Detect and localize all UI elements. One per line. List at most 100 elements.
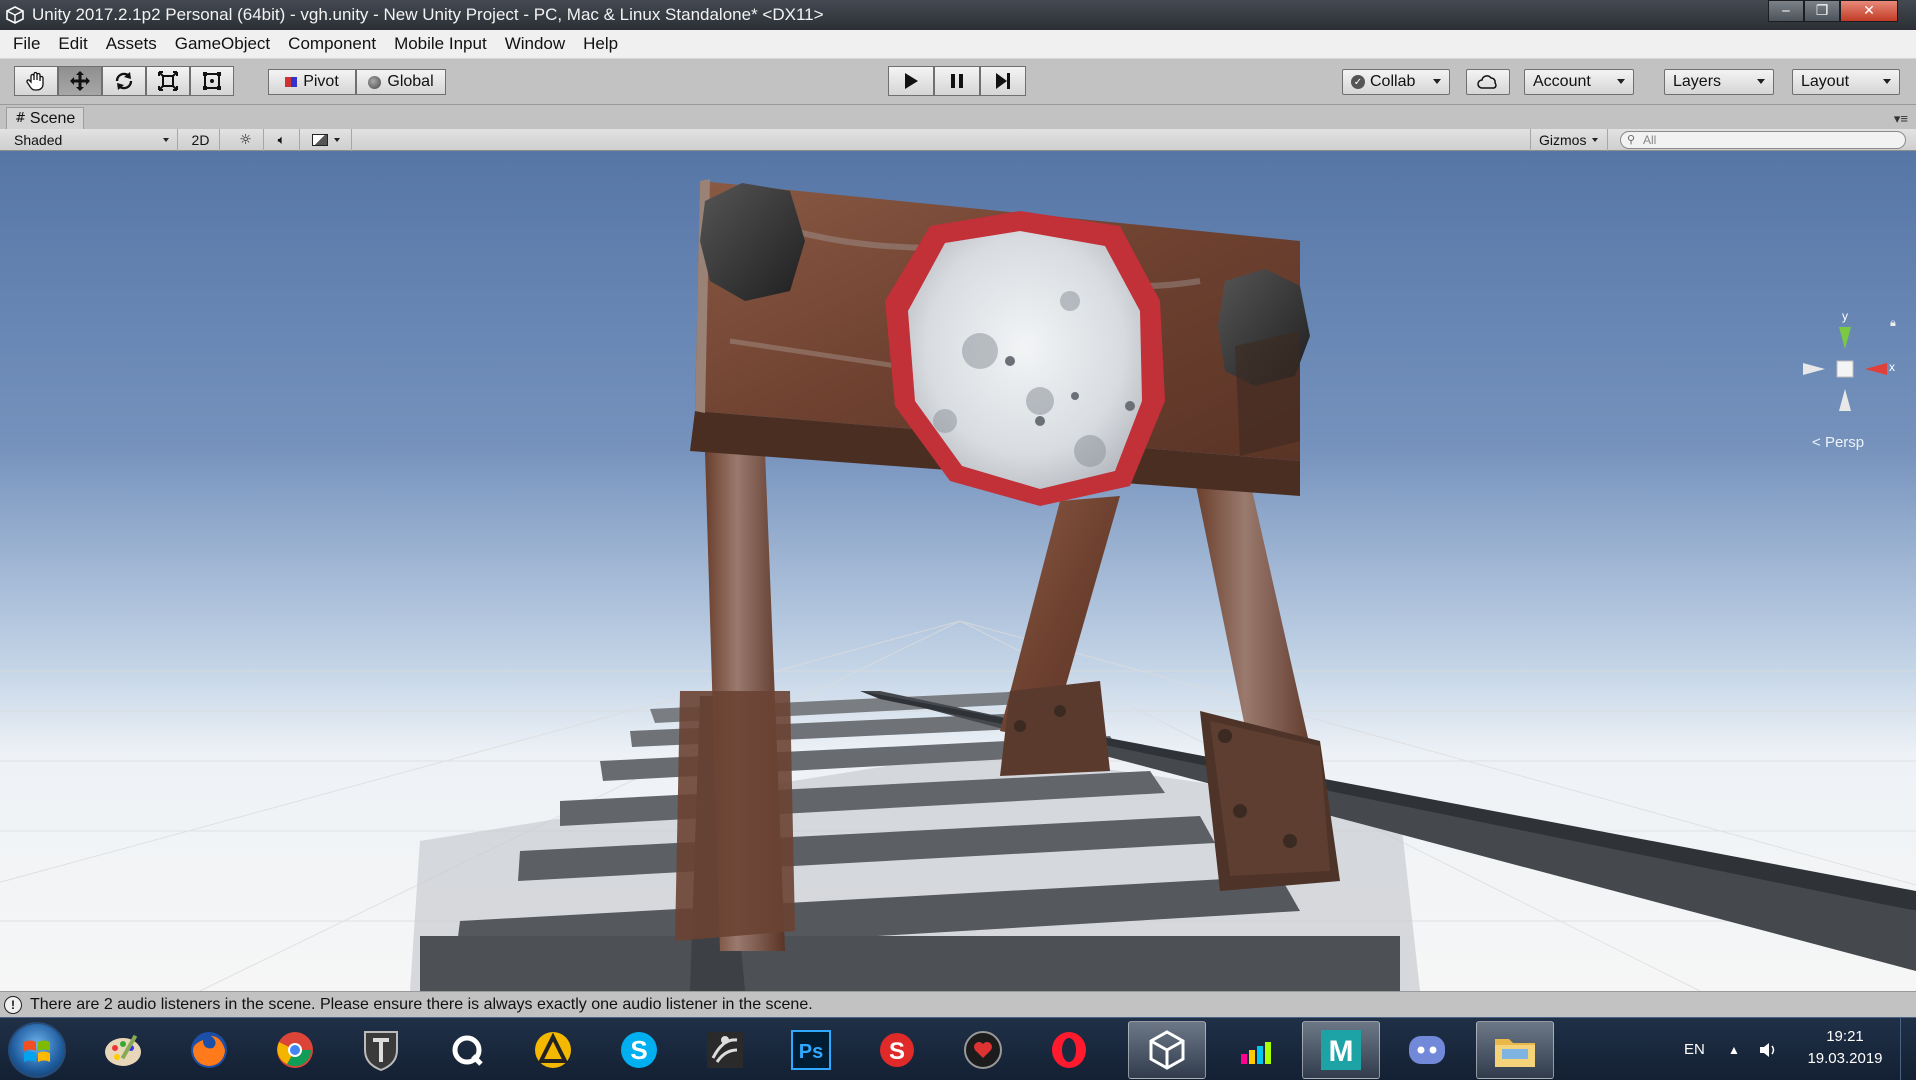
rotate-icon (115, 72, 133, 90)
menu-edit[interactable]: Edit (49, 34, 96, 54)
global-button[interactable]: Global (356, 69, 446, 95)
gizmo-axis-y-label: y (1842, 309, 1848, 323)
maximize-button[interactable]: ❐ (1804, 0, 1840, 22)
window-controls: ‒ ❐ ✕ (1768, 0, 1898, 22)
rect-tool-button[interactable] (190, 66, 234, 96)
taskbar-maya[interactable]: M (1302, 1021, 1380, 1079)
tray-expand-icon[interactable]: ▲ (1728, 1018, 1740, 1080)
svg-text:Ps: Ps (799, 1041, 823, 1063)
gizmo-axis-x-label: x (1889, 360, 1895, 374)
persp-label[interactable]: < Persp (1812, 434, 1864, 451)
transform-tools (14, 66, 234, 96)
title-bar: Unity 2017.2.1p2 Personal (64bit) - vgh.… (0, 0, 1916, 30)
taskbar-photoshop[interactable]: Ps (772, 1021, 850, 1079)
chevron-down-icon (1433, 79, 1441, 84)
lock-icon[interactable]: 🔒︎ (1890, 317, 1896, 330)
panel-menu-icon[interactable]: ▾≡ (1894, 111, 1908, 127)
taskbar-game[interactable] (944, 1021, 1022, 1079)
status-bar[interactable]: ! There are 2 audio listeners in the sce… (0, 991, 1916, 1017)
paint-icon (105, 1034, 141, 1066)
volume-icon[interactable] (1758, 1018, 1778, 1080)
taskbar-clock[interactable]: 19:21 19.03.2019 (1800, 1026, 1890, 1070)
deezer-icon (1241, 1042, 1271, 1064)
pause-icon (951, 74, 963, 88)
tab-scene[interactable]: # Scene (6, 107, 85, 129)
taskbar-zbrush[interactable] (686, 1021, 764, 1079)
taskbar-chrome[interactable] (256, 1021, 334, 1079)
taskbar-skype[interactable]: S (600, 1021, 678, 1079)
menu-gameobject[interactable]: GameObject (166, 34, 279, 54)
audio-toggle[interactable]: 🔈︎ (264, 129, 300, 151)
photoshop-icon: Ps (791, 1030, 831, 1070)
step-button[interactable] (980, 66, 1026, 96)
hand-tool-button[interactable] (14, 66, 58, 96)
layers-dropdown[interactable]: Layers (1664, 69, 1774, 95)
move-tool-button[interactable] (58, 66, 102, 96)
taskbar-substance-painter[interactable]: S (858, 1021, 936, 1079)
language-indicator[interactable]: EN (1684, 1018, 1705, 1080)
game-icon (964, 1031, 1002, 1069)
main-toolbar: Pivot Global ✓ Collab Account Layers Lay… (0, 59, 1916, 105)
menu-bar: File Edit Assets GameObject Component Mo… (0, 30, 1916, 59)
svg-text:S: S (889, 1038, 905, 1065)
taskbar-archicad[interactable] (514, 1021, 592, 1079)
pivot-button[interactable]: Pivot (268, 69, 356, 95)
taskbar-firefox[interactable] (170, 1021, 248, 1079)
image-icon (312, 134, 328, 146)
archicad-icon (535, 1032, 571, 1068)
gizmos-dropdown[interactable]: Gizmos (1530, 129, 1608, 151)
hand-icon (26, 71, 44, 91)
effects-dropdown[interactable] (304, 129, 352, 151)
taskbar-world-of-tanks[interactable] (342, 1021, 420, 1079)
scene-search-input[interactable]: ⚲ All (1620, 131, 1906, 149)
substance-painter-icon: S (880, 1033, 914, 1067)
window-title: Unity 2017.2.1p2 Personal (64bit) - vgh.… (32, 5, 824, 24)
show-desktop-button[interactable] (1900, 1018, 1916, 1080)
taskbar-deezer[interactable] (1218, 1021, 1296, 1079)
scale-icon (158, 71, 178, 91)
chevron-down-icon (334, 138, 340, 142)
menu-component[interactable]: Component (279, 34, 385, 54)
unity-editor-window: Unity 2017.2.1p2 Personal (64bit) - vgh.… (0, 0, 1916, 1080)
account-dropdown[interactable]: Account (1524, 69, 1634, 95)
minimize-button[interactable]: ‒ (1768, 0, 1804, 22)
chevron-down-icon (1617, 79, 1625, 84)
menu-mobile-input[interactable]: Mobile Input (385, 34, 496, 54)
speaker-icon: 🔈︎ (277, 132, 286, 148)
pause-button[interactable] (934, 66, 980, 96)
taskbar-paint[interactable] (84, 1021, 162, 1079)
sun-icon: ☼ (239, 132, 252, 148)
menu-assets[interactable]: Assets (97, 34, 166, 54)
rotate-tool-button[interactable] (102, 66, 146, 96)
shading-mode-dropdown[interactable]: Shaded (0, 129, 178, 151)
menu-window[interactable]: Window (496, 34, 574, 54)
toggle-2d-button[interactable]: 2D (182, 129, 220, 151)
step-icon (996, 73, 1010, 89)
discord-icon (1409, 1036, 1445, 1064)
taskbar-opera[interactable] (1030, 1021, 1108, 1079)
play-icon (905, 73, 918, 89)
taskbar-unity[interactable] (1128, 1021, 1206, 1079)
taskbar-quixel[interactable] (428, 1021, 506, 1079)
cloud-icon (1477, 75, 1497, 89)
pivot-icon (285, 77, 298, 87)
collab-dropdown[interactable]: ✓ Collab (1342, 69, 1450, 95)
firefox-icon (191, 1032, 227, 1068)
menu-help[interactable]: Help (574, 34, 627, 54)
taskbar-explorer[interactable] (1476, 1021, 1554, 1079)
playback-controls (888, 66, 1026, 96)
start-button[interactable] (8, 1022, 66, 1078)
chevron-down-icon (163, 138, 169, 142)
menu-file[interactable]: File (4, 34, 49, 54)
taskbar-discord[interactable] (1388, 1021, 1466, 1079)
lighting-toggle[interactable]: ☼ (228, 129, 264, 151)
close-button[interactable]: ✕ (1840, 0, 1898, 22)
maya-icon: M (1321, 1030, 1361, 1070)
scene-viewport[interactable]: y x 🔒︎ < Persp (0, 151, 1916, 991)
rect-transform-icon (203, 72, 221, 90)
cloud-button[interactable] (1466, 69, 1510, 95)
layout-dropdown[interactable]: Layout (1792, 69, 1900, 95)
play-button[interactable] (888, 66, 934, 96)
search-icon: ⚲ (1627, 134, 1636, 146)
scale-tool-button[interactable] (146, 66, 190, 96)
